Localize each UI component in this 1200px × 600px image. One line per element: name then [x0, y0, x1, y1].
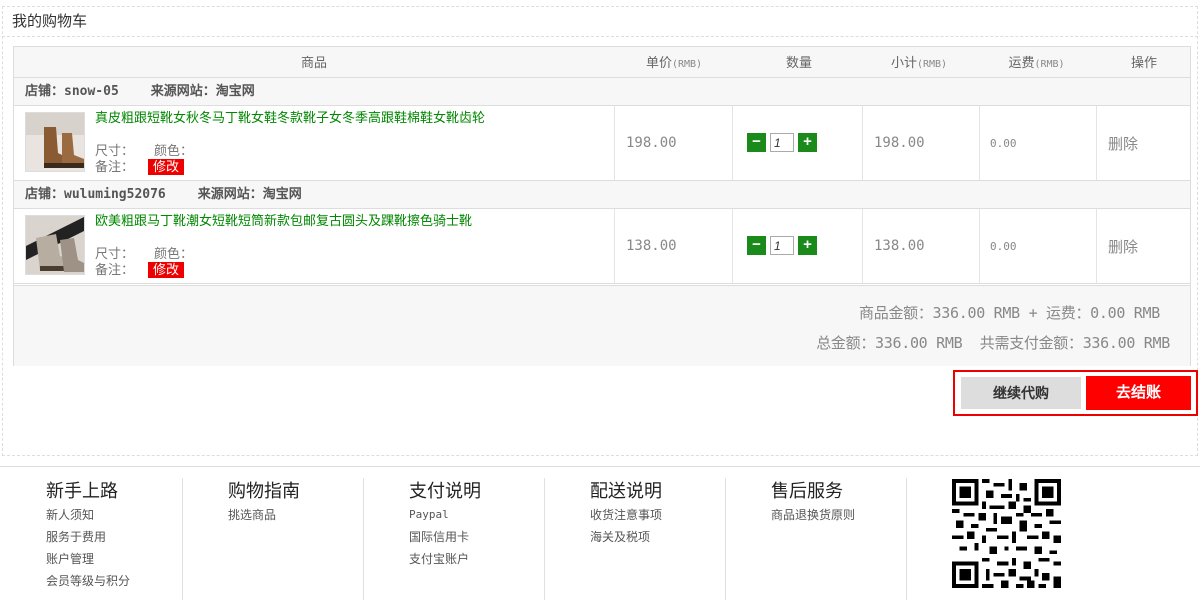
- footer-col-aftersales: 售后服务 商品退换货原则: [771, 478, 855, 600]
- plus-icon[interactable]: +: [798, 133, 817, 152]
- shop-source: 来源网站：淘宝网: [150, 84, 255, 99]
- product-name[interactable]: 真皮粗跟短靴女秋冬马丁靴女鞋冬款靴子女冬季高跟鞋棉鞋女靴齿轮: [95, 110, 495, 126]
- delete-link[interactable]: 删除: [1108, 236, 1138, 257]
- product-name[interactable]: 欧美粗跟马丁靴潮女短靴短筒新款包邮复古圆头及踝靴擦色骑士靴: [95, 213, 495, 229]
- cart-table: 商品 单价(RMB) 数量 小计(RMB) 运费(RMB) 操作 店铺：snow…: [13, 46, 1191, 366]
- product-attrs: 尺寸： 颜色：: [95, 143, 194, 158]
- footer-col-title: 购物指南: [228, 481, 300, 501]
- footer-link[interactable]: 国际信用卡: [409, 526, 481, 548]
- footer-col-title: 支付说明: [409, 481, 481, 501]
- footer-link[interactable]: 会员等级与积分: [46, 570, 130, 592]
- footer-link[interactable]: 挑选商品: [228, 504, 300, 526]
- header-quantity: 数量: [785, 55, 812, 70]
- footer-col-delivery: 配送说明 收货注意事项 海关及税项: [590, 478, 662, 600]
- footer-link[interactable]: 商品退换货原则: [771, 504, 855, 526]
- shipping-fee: 0.00: [990, 240, 1017, 253]
- checkout-actions: 继续代购 去结账: [953, 370, 1198, 416]
- edit-button[interactable]: 修改: [148, 262, 185, 278]
- footer-link[interactable]: 服务于费用: [46, 526, 130, 548]
- footer-col-title: 售后服务: [771, 481, 843, 501]
- unit-price: 138.00: [626, 238, 677, 254]
- shop-header: 店铺：wuluming52076 来源网站：淘宝网: [14, 181, 1190, 209]
- header-subtotal: 小计(RMB): [890, 55, 948, 70]
- header-action: 操作: [1130, 55, 1157, 70]
- subtotal: 198.00: [874, 135, 925, 151]
- title-divider: [2, 36, 1198, 37]
- subtotal: 138.00: [874, 238, 925, 254]
- product-note: 备注： 修改: [95, 262, 185, 278]
- table-header: 商品 单价(RMB) 数量 小计(RMB) 运费(RMB) 操作: [14, 47, 1190, 78]
- table-row: 真皮粗跟短靴女秋冬马丁靴女鞋冬款靴子女冬季高跟鞋棉鞋女靴齿轮 尺寸： 颜色： 备注…: [14, 106, 1190, 181]
- quantity-input[interactable]: [770, 236, 794, 255]
- goods-and-shipping-amount: 商品金额：336.00 RMB + 运费：0.00 RMB: [859, 304, 1160, 322]
- checkout-button[interactable]: 去结账: [1086, 376, 1191, 410]
- continue-shopping-button[interactable]: 继续代购: [961, 377, 1081, 409]
- plus-icon[interactable]: +: [798, 236, 817, 255]
- quantity-input[interactable]: [770, 133, 794, 152]
- delete-link[interactable]: 删除: [1108, 133, 1138, 154]
- product-image[interactable]: [25, 112, 85, 172]
- footer-link[interactable]: 账户管理: [46, 548, 130, 570]
- footer-col-title: 配送说明: [590, 481, 662, 501]
- footer-col-payment: 支付说明 Paypal 国际信用卡 支付宝账户: [409, 478, 481, 600]
- footer-col-newbie: 新手上路 新人须知 服务于费用 账户管理 会员等级与积分: [46, 478, 130, 600]
- product-image[interactable]: [25, 215, 85, 275]
- edit-button[interactable]: 修改: [148, 159, 185, 175]
- shop-name: 店铺：snow-05: [25, 84, 119, 99]
- footer-link[interactable]: 收货注意事项: [590, 504, 662, 526]
- header-unit-price: 单价(RMB): [645, 55, 703, 70]
- table-row: 欧美粗跟马丁靴潮女短靴短筒新款包邮复古圆头及踝靴擦色骑士靴 尺寸： 颜色： 备注：…: [14, 209, 1190, 284]
- shipping-fee: 0.00: [990, 137, 1017, 150]
- product-note: 备注： 修改: [95, 159, 185, 175]
- header-shipping: 运费(RMB): [1008, 55, 1065, 70]
- footer-link[interactable]: 海关及税项: [590, 526, 662, 548]
- footer-col-guide: 购物指南 挑选商品: [228, 478, 300, 600]
- qr-code-icon: [952, 479, 1061, 588]
- footer-col-title: 新手上路: [46, 481, 118, 501]
- shop-name: 店铺：wuluming52076: [25, 187, 166, 202]
- header-product: 商品: [300, 55, 327, 70]
- minus-icon[interactable]: −: [747, 133, 766, 152]
- order-summary: 商品金额：336.00 RMB + 运费：0.00 RMB 总金额：336.00…: [14, 285, 1190, 366]
- footer-link[interactable]: 支付宝账户: [409, 548, 481, 570]
- shop-header: 店铺：snow-05 来源网站：淘宝网: [14, 78, 1190, 106]
- footer-link[interactable]: 新人须知: [46, 504, 130, 526]
- page-title: 我的购物车: [12, 13, 88, 30]
- total-amount: 总金额：336.00 RMB 共需支付金额：336.00 RMB: [816, 334, 1170, 352]
- footer-divider: [0, 466, 1200, 467]
- minus-icon[interactable]: −: [747, 236, 766, 255]
- footer-link[interactable]: Paypal: [409, 504, 481, 526]
- unit-price: 198.00: [626, 135, 677, 151]
- shop-source: 来源网站：淘宝网: [197, 187, 302, 202]
- product-attrs: 尺寸： 颜色：: [95, 246, 194, 261]
